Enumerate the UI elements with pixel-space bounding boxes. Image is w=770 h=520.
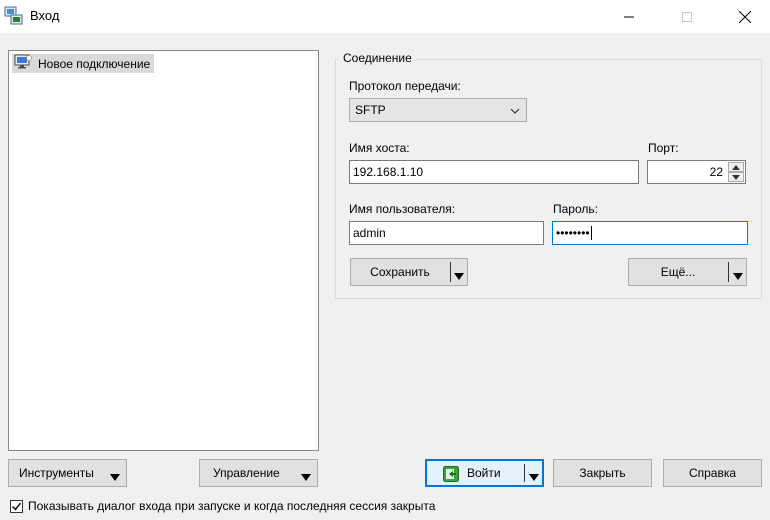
show-dialog-option[interactable]: Показывать диалог входа при запуске и ко… xyxy=(10,499,435,513)
password-value: •••••••• xyxy=(556,226,590,240)
login-button[interactable]: Войти xyxy=(425,459,544,487)
window-title: Вход xyxy=(30,8,60,23)
site-tree[interactable]: Новое подключение xyxy=(8,50,319,451)
host-value: 192.168.1.10 xyxy=(353,165,424,179)
caret-down-icon xyxy=(301,470,311,484)
monitor-icon xyxy=(14,54,32,73)
triangle-up-icon xyxy=(732,164,740,170)
port-label: Порт: xyxy=(648,141,679,155)
close-button[interactable]: Закрыть xyxy=(553,459,652,487)
show-dialog-checkbox[interactable] xyxy=(10,499,23,513)
username-label: Имя пользователя: xyxy=(349,202,456,216)
manage-button-label: Управление xyxy=(213,466,280,480)
protocol-value: SFTP xyxy=(355,103,386,117)
username-input[interactable]: admin xyxy=(349,221,544,245)
port-decrement-button[interactable] xyxy=(728,172,744,182)
port-stepper[interactable]: 22 xyxy=(647,160,746,184)
help-button-label: Справка xyxy=(688,466,737,480)
tree-item-label: Новое подключение xyxy=(38,56,151,71)
manage-button[interactable]: Управление xyxy=(199,459,318,487)
text-cursor xyxy=(590,226,592,240)
maximize-button xyxy=(664,0,710,33)
password-label: Пароль: xyxy=(553,202,598,216)
tools-button[interactable]: Инструменты xyxy=(8,459,127,487)
password-input[interactable]: •••••••• xyxy=(552,221,748,245)
close-icon xyxy=(739,10,751,23)
session-group-title: Соединение xyxy=(339,51,416,65)
protocol-label: Протокол передачи: xyxy=(349,79,461,93)
help-button[interactable]: Справка xyxy=(663,459,762,487)
minimize-icon xyxy=(624,16,634,17)
protocol-select[interactable]: SFTP xyxy=(349,98,527,122)
save-button-label: Сохранить xyxy=(370,265,430,279)
maximize-icon xyxy=(682,11,692,22)
app-icon xyxy=(4,6,24,26)
minimize-button[interactable] xyxy=(606,0,652,33)
login-dropdown-icon[interactable] xyxy=(529,470,539,484)
login-button-label: Войти xyxy=(467,466,501,480)
show-dialog-label: Показывать диалог входа при запуске и ко… xyxy=(28,499,436,513)
save-dropdown-icon[interactable] xyxy=(454,269,464,283)
host-label: Имя хоста: xyxy=(349,141,410,155)
port-value: 22 xyxy=(709,165,723,179)
caret-down-icon xyxy=(110,470,120,484)
checkmark-icon xyxy=(12,502,22,511)
login-icon xyxy=(443,466,459,485)
tree-item-new-connection[interactable]: Новое подключение xyxy=(12,54,155,73)
split-separator xyxy=(450,262,451,282)
more-button-label: Ещё... xyxy=(660,265,696,279)
more-button[interactable]: Ещё... xyxy=(628,258,747,286)
close-button-label: Закрыть xyxy=(579,466,626,480)
close-window-button[interactable] xyxy=(722,0,768,33)
port-increment-button[interactable] xyxy=(728,162,744,172)
split-separator xyxy=(524,464,525,482)
triangle-down-icon xyxy=(732,174,740,180)
chevron-down-icon xyxy=(510,105,520,119)
tools-button-label: Инструменты xyxy=(19,466,94,480)
host-input[interactable]: 192.168.1.10 xyxy=(349,160,639,184)
title-bar: Вход xyxy=(0,0,770,33)
more-dropdown-icon[interactable] xyxy=(733,269,743,283)
username-value: admin xyxy=(353,226,386,240)
split-separator xyxy=(728,262,729,282)
save-button[interactable]: Сохранить xyxy=(350,258,468,286)
